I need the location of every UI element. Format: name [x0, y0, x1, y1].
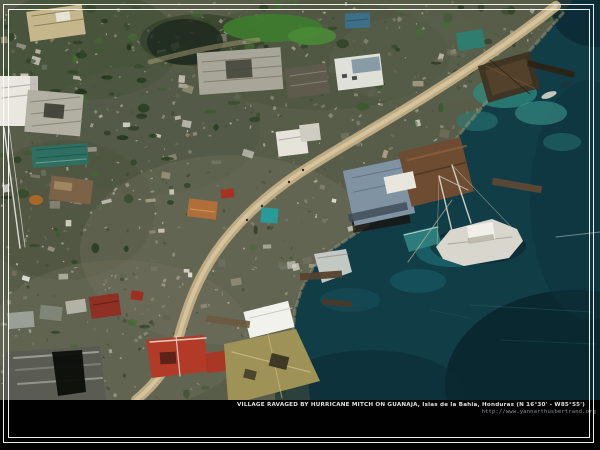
photo-credit-url: http://www.yannarthusbertrand.org — [482, 409, 596, 416]
caption-bar: VILLAGE RAVAGED BY HURRICANE MITCH ON GU… — [0, 400, 600, 450]
wallpaper: VILLAGE RAVAGED BY HURRICANE MITCH ON GU… — [0, 0, 600, 450]
aerial-photo-hurricane-damage — [0, 0, 600, 400]
